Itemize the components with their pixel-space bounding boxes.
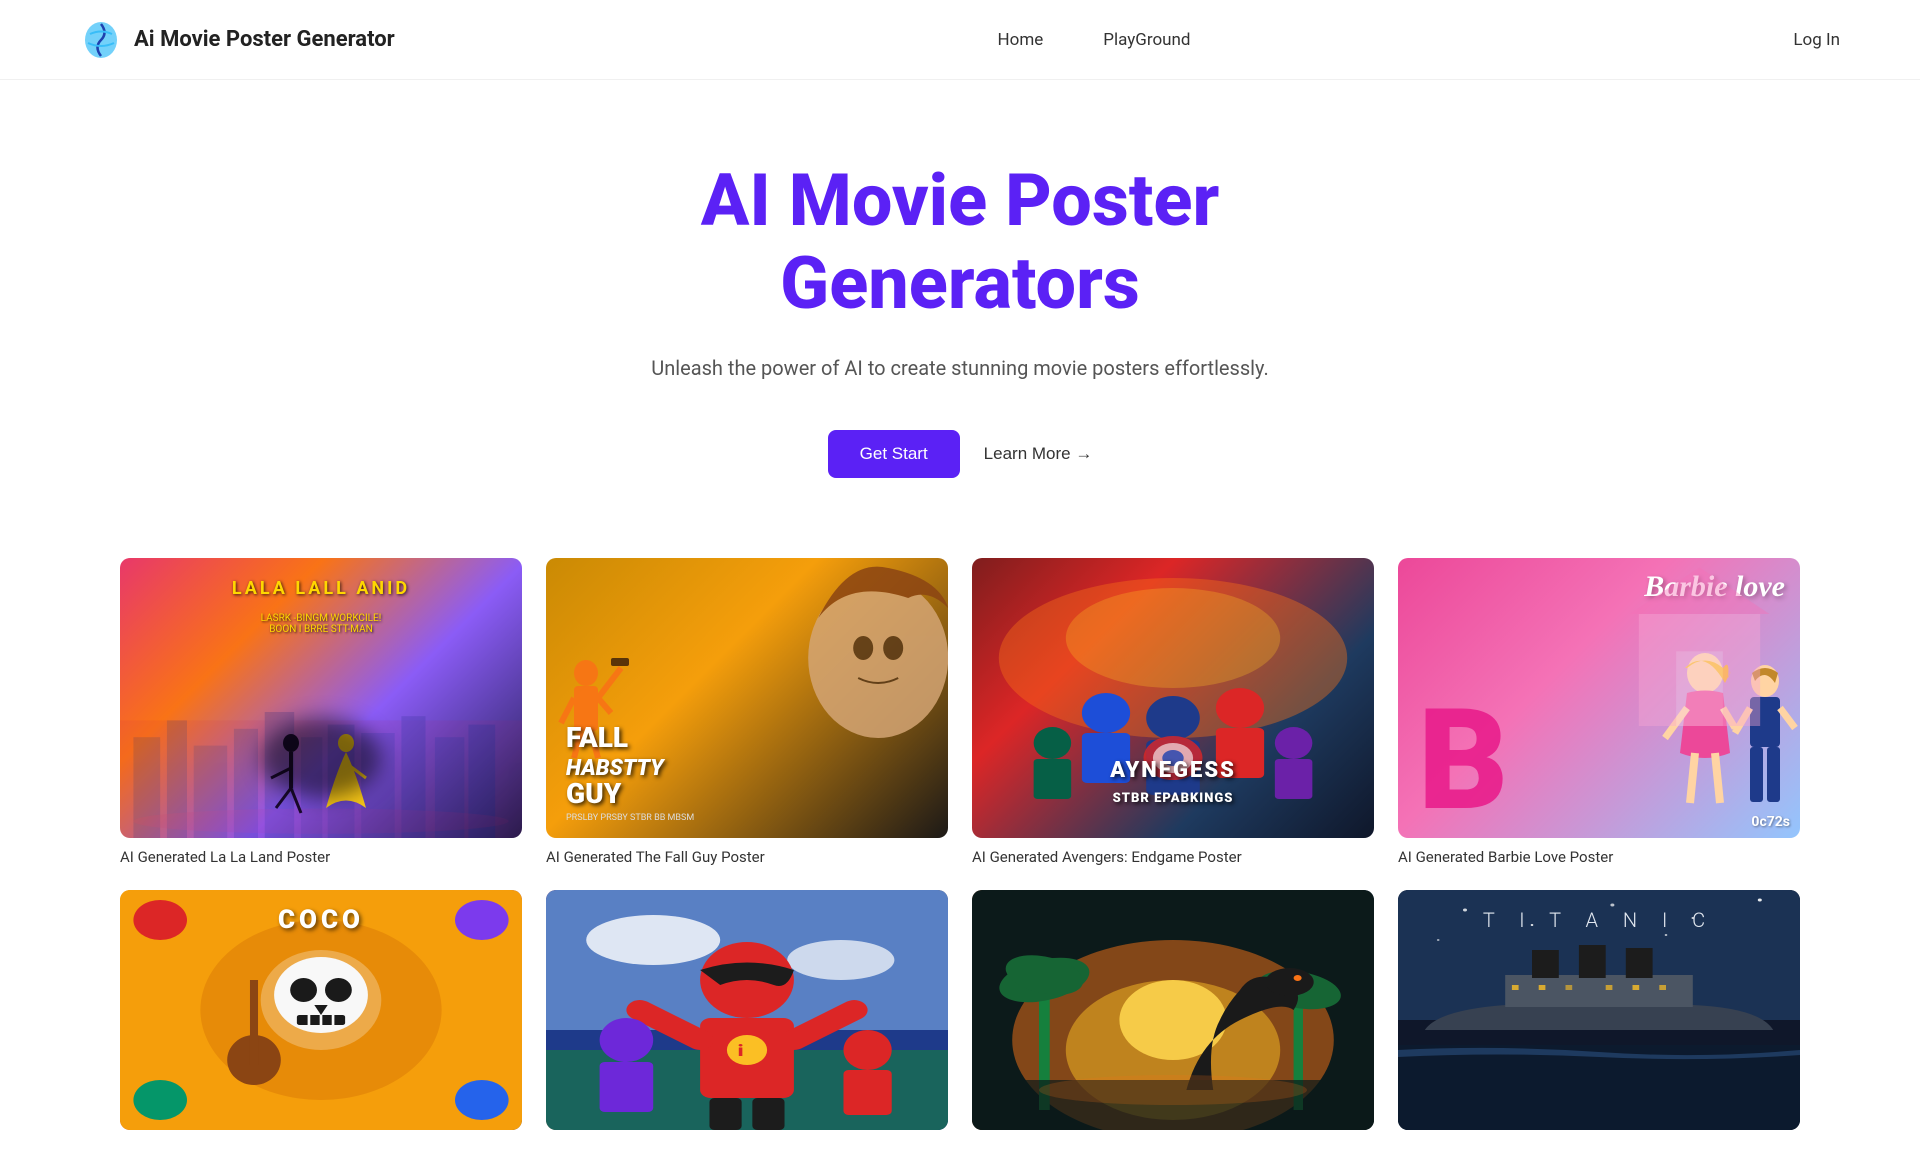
hero-subtitle: Unleash the power of AI to create stunni… bbox=[20, 356, 1900, 380]
poster-card-titanic: T I T A N I C bbox=[1398, 890, 1800, 1130]
poster-image-titanic[interactable]: T I T A N I C bbox=[1398, 890, 1800, 1130]
poster-card-barbie: Barbie love B bbox=[1398, 558, 1800, 866]
poster-card-coco: COCO bbox=[120, 890, 522, 1130]
barbie-bottom-text: 0c72s bbox=[1751, 814, 1790, 830]
poster-label-fallguy: AI Generated The Fall Guy Poster bbox=[546, 848, 948, 866]
get-start-button[interactable]: Get Start bbox=[828, 430, 960, 478]
login-button[interactable]: Log In bbox=[1793, 30, 1840, 50]
poster-image-coco[interactable]: COCO bbox=[120, 890, 522, 1130]
lalaland-subtitle: LASRK -BINGM WORKCILE!BOON I BRRE STT-MA… bbox=[120, 613, 522, 635]
titanic-title: T I T A N I C bbox=[1398, 908, 1800, 932]
poster-card-avengers: AYNEGESSSTBR EPABKINGS AI Generated Aven… bbox=[972, 558, 1374, 866]
poster-card-lalaland: LALA LALL ANID LASRK -BINGM WORKCILE!BOO… bbox=[120, 558, 522, 866]
logo-area: Ai Movie Poster Generator bbox=[80, 19, 395, 61]
gallery-section: LALA LALL ANID LASRK -BINGM WORKCILE!BOO… bbox=[0, 538, 1920, 1170]
poster-card-incredibles: i bbox=[546, 890, 948, 1130]
svg-text:B: B bbox=[1418, 679, 1508, 818]
learn-more-button[interactable]: Learn More → bbox=[984, 444, 1093, 464]
poster-image-jurassic[interactable] bbox=[972, 890, 1374, 1130]
hero-buttons: Get Start Learn More → bbox=[20, 430, 1900, 478]
fallguy-text: FALL HABSTTY GUY bbox=[566, 724, 664, 808]
avengers-text: AYNEGESSSTBR EPABKINGS bbox=[972, 758, 1374, 808]
poster-image-fallguy[interactable]: FALL HABSTTY GUY PRSLBY PRSBY STBR BB MB… bbox=[546, 558, 948, 838]
nav-home[interactable]: Home bbox=[998, 30, 1044, 50]
header: Ai Movie Poster Generator Home PlayGroun… bbox=[0, 0, 1920, 80]
gallery-row-1: LALA LALL ANID LASRK -BINGM WORKCILE!BOO… bbox=[120, 558, 1800, 866]
poster-image-avengers[interactable]: AYNEGESSSTBR EPABKINGS bbox=[972, 558, 1374, 838]
poster-card-jurassic bbox=[972, 890, 1374, 1130]
lalaland-title: LALA LALL ANID bbox=[120, 578, 522, 599]
logo-icon bbox=[80, 19, 122, 61]
svg-text:i: i bbox=[738, 1040, 744, 1059]
main-nav: Home PlayGround bbox=[998, 30, 1191, 50]
poster-image-barbie[interactable]: Barbie love B bbox=[1398, 558, 1800, 838]
poster-card-fallguy: FALL HABSTTY GUY PRSLBY PRSBY STBR BB MB… bbox=[546, 558, 948, 866]
gallery-row-2: COCO bbox=[120, 890, 1800, 1130]
poster-label-barbie: AI Generated Barbie Love Poster bbox=[1398, 848, 1800, 866]
hero-title: AI Movie Poster Generators bbox=[20, 160, 1900, 326]
hero-section: AI Movie Poster Generators Unleash the p… bbox=[0, 80, 1920, 538]
coco-title: COCO bbox=[120, 905, 522, 935]
poster-image-incredibles[interactable]: i bbox=[546, 890, 948, 1130]
poster-label-avengers: AI Generated Avengers: Endgame Poster bbox=[972, 848, 1374, 866]
fallguy-credits: PRSLBY PRSBY STBR BB MBSM bbox=[566, 813, 694, 823]
poster-image-lalaland[interactable]: LALA LALL ANID LASRK -BINGM WORKCILE!BOO… bbox=[120, 558, 522, 838]
poster-label-lalaland: AI Generated La La Land Poster bbox=[120, 848, 522, 866]
nav-playground[interactable]: PlayGround bbox=[1103, 30, 1190, 50]
logo-text: Ai Movie Poster Generator bbox=[134, 27, 395, 52]
